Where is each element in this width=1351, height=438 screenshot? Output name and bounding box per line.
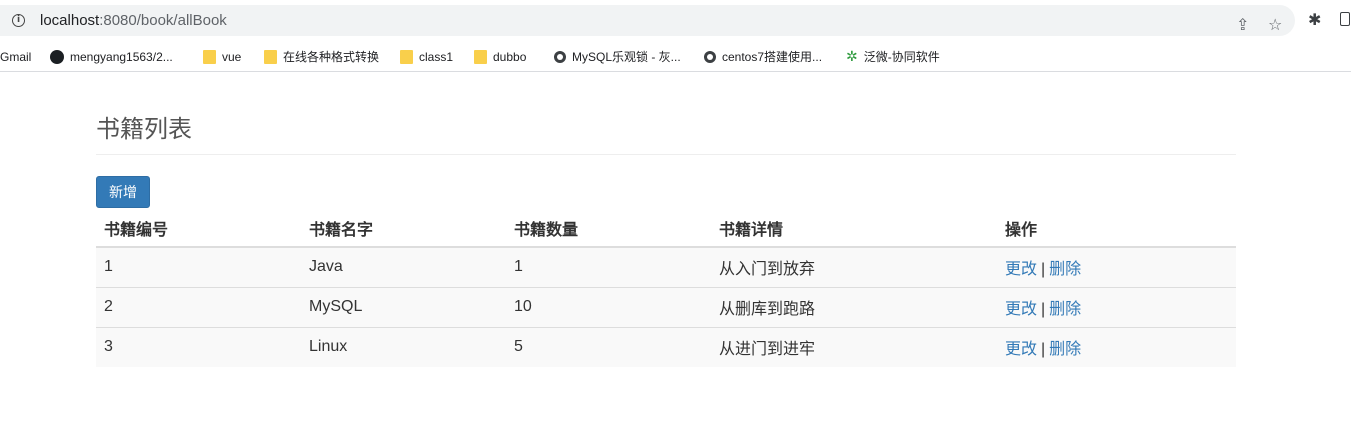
url-text[interactable]: localhost:8080/book/allBook [40,12,227,29]
header-book-id: 书籍编号 [96,209,301,248]
delete-link[interactable]: 删除 [1049,261,1081,278]
cell-actions: 更改 | 删除 [997,247,1236,287]
cell-book-id: 1 [104,258,113,276]
delete-link[interactable]: 删除 [1049,301,1081,318]
cell-actions: 更改 | 删除 [997,326,1236,367]
edit-link[interactable]: 更改 [1005,341,1037,358]
action-separator: | [1041,341,1046,359]
cell-book-detail: 从删库到跑路 [711,286,997,327]
cell-book-detail: 从进门到进牢 [711,326,997,367]
github-icon [50,49,64,64]
bookmark-mysql[interactable]: MySQL乐观锁 - 灰... [554,47,681,65]
star-icon[interactable]: ☆ [1268,17,1282,33]
header-book-name: 书籍名字 [301,209,506,248]
header-actions: 操作 [997,209,1236,248]
action-separator: | [1041,301,1046,318]
browser-toolbar: i localhost:8080/book/allBook ⇪ ☆ ✱ [0,0,1351,40]
page-title: 书籍列表 [96,116,192,143]
bookmark-centos[interactable]: centos7搭建使用... [704,47,822,65]
bookmark-folder-format[interactable]: 在线各种格式转换 [264,47,379,65]
cell-book-name: Linux [301,326,506,367]
bookmark-github[interactable]: mengyang1563/2... [50,47,173,65]
bookmark-label: Gmail [0,49,32,64]
header-book-detail: 书籍详情 [711,209,997,248]
cell-book-name: Java [309,258,343,276]
bookmark-label: MySQL乐观锁 - 灰... [572,49,681,64]
bookmark-folder-vue[interactable]: vue [203,47,241,65]
url-path: :8080/book/allBook [99,12,227,29]
bookmark-label: class1 [419,49,454,64]
bookmark-folder-class1[interactable]: class1 [400,47,453,65]
add-book-button[interactable]: 新增 [96,176,150,208]
share-icon[interactable]: ⇪ [1236,17,1249,33]
globe-icon [704,50,716,63]
side-panel-icon[interactable] [1340,12,1350,26]
cell-book-count: 10 [506,286,711,327]
bookmark-label: vue [222,49,242,64]
table-row: 2 MySQL 10 从删库到跑路 更改 | 删除 [96,286,1236,327]
cell-book-id: 3 [96,326,301,367]
bookmark-folder-dubbo[interactable]: dubbo [474,47,526,65]
table-row: 3 Linux 5 从进门到进牢 更改 | 删除 [96,326,1236,367]
bookmark-label: dubbo [493,49,527,64]
weaver-icon: ✲ [846,48,858,65]
globe-icon [554,50,566,63]
folder-icon [474,49,487,64]
cell-book-count: 1 [514,258,523,276]
bookmark-label: 在线各种格式转换 [283,49,380,64]
cell-book-id: 2 [96,286,301,327]
header-book-count: 书籍数量 [506,209,711,248]
folder-icon [400,49,413,64]
bookmark-label: 泛微-协同软件 [863,49,940,64]
cell-book-detail: 从入门到放弃 [719,261,816,279]
url-host: localhost [40,12,100,29]
cell-actions: 更改 | 删除 [997,286,1236,327]
delete-link[interactable]: 删除 [1049,341,1081,358]
address-bar[interactable]: i localhost:8080/book/allBook ⇪ ☆ [0,5,1295,36]
table-row: 1 Java 1 从入门到放弃 更改 | 删除 [96,247,1236,287]
cell-book-name: MySQL [301,286,506,327]
bookmarks-bar: Gmail mengyang1563/2... vue 在线各种格式转换 cla… [0,40,1351,72]
folder-icon [264,49,277,64]
folder-icon [203,49,216,64]
edit-link[interactable]: 更改 [1005,261,1037,278]
edit-link[interactable]: 更改 [1005,301,1037,318]
info-icon[interactable]: i [12,14,25,27]
book-table: 书籍编号 书籍名字 书籍数量 书籍详情 操作 1 Java 1 从入门到放弃 更… [96,209,1236,367]
bookmark-gmail[interactable]: Gmail [0,47,31,65]
table-header-row: 书籍编号 书籍名字 书籍数量 书籍详情 操作 [96,209,1236,248]
bookmark-weaver[interactable]: ✲ 泛微-协同软件 [846,47,940,65]
bookmark-label: mengyang1563/2... [70,49,173,64]
bookmark-label: centos7搭建使用... [722,49,823,64]
puzzle-icon[interactable]: ✱ [1308,12,1321,28]
cell-book-count: 5 [506,326,711,367]
divider [96,154,1236,155]
action-separator: | [1041,261,1046,279]
